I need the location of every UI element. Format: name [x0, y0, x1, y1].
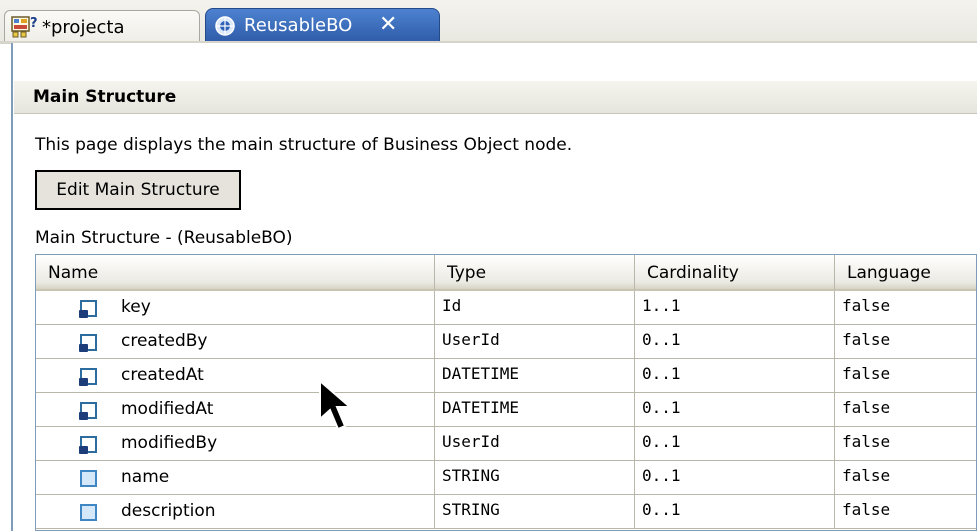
language-cell: false	[835, 461, 976, 495]
type-cell: UserId	[435, 427, 635, 461]
page-description: This page displays the main structure of…	[35, 135, 573, 155]
attribute-icon	[80, 470, 97, 487]
table-row[interactable]: createdBy UserId 0..1 false	[36, 325, 976, 359]
column-header-name[interactable]: Name	[36, 255, 435, 291]
table-caption: Main Structure - (ReusableBO)	[35, 228, 293, 248]
cardinality-cell: 0..1	[635, 427, 835, 461]
mouse-cursor-icon	[319, 379, 353, 431]
column-header-type[interactable]: Type	[435, 255, 635, 291]
tab-projecta-label: *projecta	[42, 17, 125, 38]
editor-tab-bar: ? *projecta ReusableBO ✕	[0, 0, 977, 42]
cardinality-cell: 0..1	[635, 325, 835, 359]
name-cell: key	[36, 291, 435, 325]
key-attribute-icon	[79, 402, 97, 420]
name-cell: createdAt	[36, 359, 435, 393]
cardinality-cell: 0..1	[635, 461, 835, 495]
cardinality-cell: 1..1	[635, 291, 835, 325]
cardinality-cell: 0..1	[635, 359, 835, 393]
close-tab-icon[interactable]: ✕	[379, 12, 397, 37]
table-row[interactable]: name STRING 0..1 false	[36, 461, 976, 495]
table-row[interactable]: createdAt DATETIME 0..1 false	[36, 359, 976, 393]
section-header: Main Structure	[14, 80, 977, 114]
section-title: Main Structure	[33, 87, 177, 107]
type-cell: DATETIME	[435, 393, 635, 427]
language-cell: false	[835, 359, 976, 393]
business-object-icon	[215, 16, 235, 36]
tab-reusablebo-label: ReusableBO	[244, 15, 353, 36]
name-cell: description	[36, 495, 435, 529]
attribute-name: createdAt	[121, 365, 204, 385]
attribute-name: key	[121, 297, 151, 317]
table-row[interactable]: modifiedAt DATETIME 0..1 false	[36, 393, 976, 427]
tab-reusablebo[interactable]: ReusableBO ✕	[205, 8, 440, 42]
type-cell: STRING	[435, 461, 635, 495]
language-cell: false	[835, 427, 976, 461]
main-structure-table[interactable]: Name Type Cardinality Language key Id 1.…	[35, 254, 977, 531]
name-cell: modifiedAt	[36, 393, 435, 427]
edit-main-structure-button[interactable]: Edit Main Structure	[35, 170, 241, 210]
key-attribute-icon	[79, 436, 97, 454]
tab-projecta[interactable]: ? *projecta	[4, 10, 200, 41]
attribute-name: name	[121, 467, 170, 487]
attribute-icon	[80, 504, 97, 521]
project-diagram-icon: ?	[11, 16, 37, 38]
table-header: Name Type Cardinality Language	[36, 255, 976, 291]
svg-text:?: ?	[30, 16, 37, 31]
cardinality-cell: 0..1	[635, 393, 835, 427]
key-attribute-icon	[79, 334, 97, 352]
attribute-name: modifiedAt	[121, 399, 214, 419]
table-row[interactable]: key Id 1..1 false	[36, 291, 976, 325]
type-cell: STRING	[435, 495, 635, 529]
language-cell: false	[835, 393, 976, 427]
attribute-name: createdBy	[121, 331, 208, 351]
key-attribute-icon	[79, 300, 97, 318]
cardinality-cell: 0..1	[635, 495, 835, 529]
table-row[interactable]: description STRING 0..1 false	[36, 495, 976, 529]
table-row[interactable]: modifiedBy UserId 0..1 false	[36, 427, 976, 461]
type-cell: DATETIME	[435, 359, 635, 393]
language-cell: false	[835, 291, 976, 325]
type-cell: UserId	[435, 325, 635, 359]
attribute-name: modifiedBy	[121, 433, 218, 453]
language-cell: false	[835, 495, 976, 529]
name-cell: name	[36, 461, 435, 495]
name-cell: createdBy	[36, 325, 435, 359]
type-cell: Id	[435, 291, 635, 325]
name-cell: modifiedBy	[36, 427, 435, 461]
key-attribute-icon	[79, 368, 97, 386]
column-header-cardinality[interactable]: Cardinality	[635, 255, 835, 291]
column-header-language[interactable]: Language	[835, 255, 976, 291]
language-cell: false	[835, 325, 976, 359]
attribute-name: description	[121, 501, 216, 521]
